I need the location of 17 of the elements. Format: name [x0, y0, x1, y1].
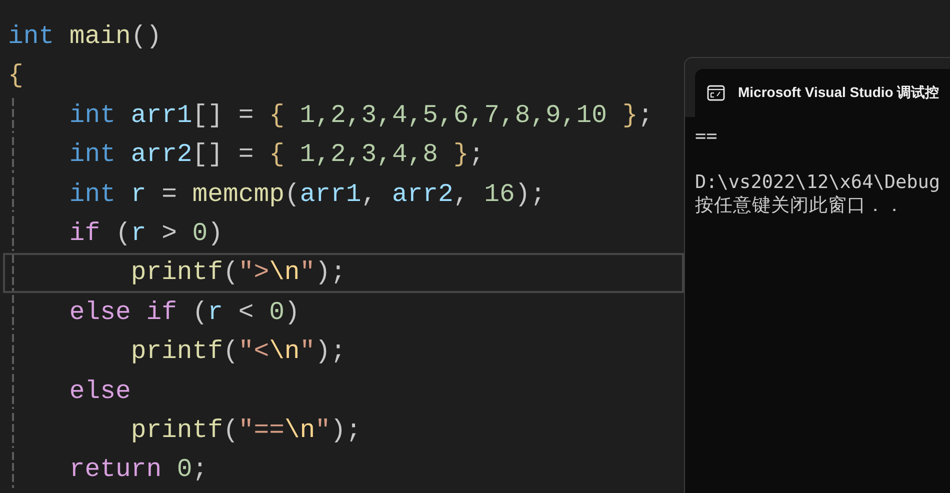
console-output: ==	[695, 125, 718, 148]
code-line: {	[7, 60, 24, 92]
code-line: else if (r < 0)	[3, 292, 684, 332]
terminal-icon	[707, 85, 725, 101]
code-line: int arr2[] = { 1,2,3,4,8 };	[3, 135, 684, 175]
code-line: printf("==\n");	[3, 410, 684, 450]
code-line: printf("<\n");	[3, 332, 684, 372]
code-line: int r = memcmp(arr1, arr2, 16);	[3, 174, 684, 214]
console-text: D:\vs2022\12\x64\Debug	[695, 171, 942, 194]
console-tab[interactable]: Microsoft Visual Studio 调试控	[695, 69, 950, 117]
code-line: else	[3, 372, 684, 411]
code-line: int arr1[] = { 1,2,3,4,5,6,7,8,9,10 };	[3, 96, 684, 136]
code-line: if (r > 0)	[3, 214, 684, 254]
console-text: 按任意键关闭此窗口．．	[695, 194, 905, 217]
console-title: Microsoft Visual Studio 调试控	[738, 84, 940, 102]
code-line: int main()	[7, 21, 163, 53]
code-line: return 0;	[3, 450, 684, 490]
